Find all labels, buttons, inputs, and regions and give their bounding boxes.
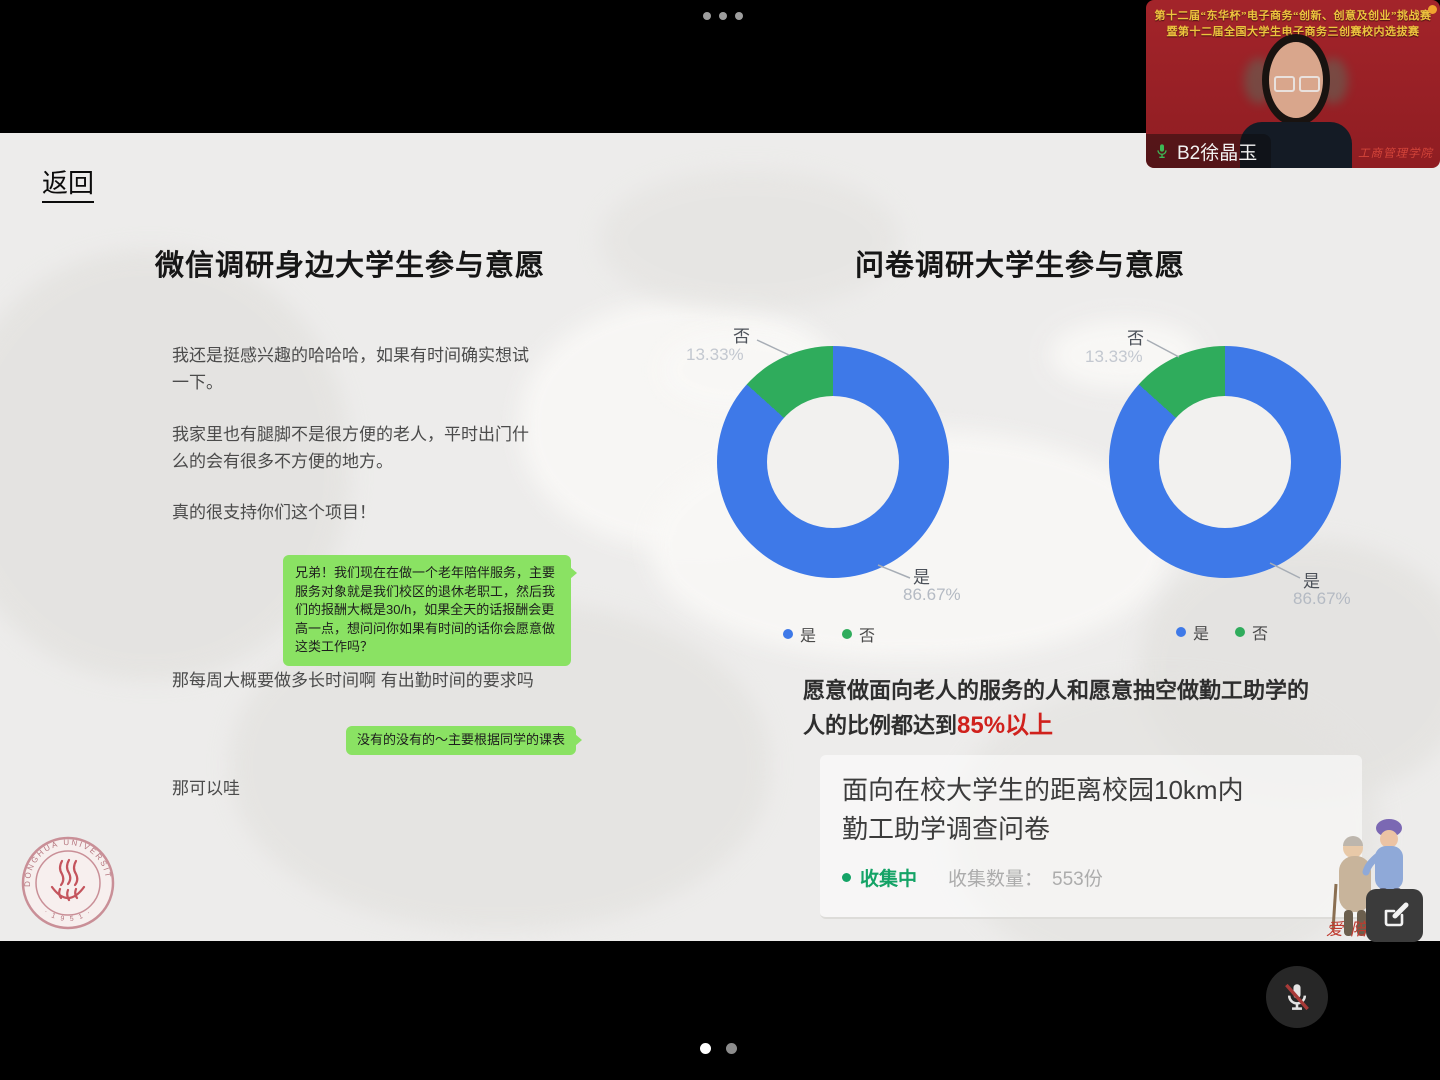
slice-percent-yes: 86.67% — [903, 585, 961, 605]
banner-line-1: 第十二届“东华杯”电子商务“创新、创意及创业”挑战赛 — [1146, 7, 1440, 23]
legend-dot-no — [1235, 627, 1245, 637]
chat-bubble-sent: 兄弟！我们现在在做一个老年陪伴服务，主要服务对象就是我们校区的退休老职工，然后我… — [283, 555, 571, 666]
mic-on-icon — [1154, 143, 1170, 159]
map-blob — [600, 170, 900, 310]
survey-title-line2: 勤工助学调查问卷 — [842, 814, 1050, 844]
survey-title-line1: 面向在校大学生的距离校园10km内 — [842, 775, 1244, 805]
slide-pagination — [700, 1043, 737, 1054]
donut-chart-right — [1109, 346, 1341, 578]
page-dot[interactable] — [726, 1043, 737, 1054]
donut-hole — [1159, 396, 1291, 528]
summary-highlight: 85%以上 — [957, 712, 1053, 739]
collecting-status: 收集中 — [860, 864, 917, 891]
chart-legend: 是 否 — [783, 622, 875, 646]
legend-label-yes: 是 — [800, 622, 816, 646]
summary-text: 愿意做面向老人的服务的人和愿意抽空做勤工助学的人的比例都达到85%以上 — [803, 673, 1317, 743]
university-logo: DONGHUA UNIVERSITY · 1 9 5 1 · — [20, 835, 116, 931]
participant-name-badge: B2徐晶玉 — [1146, 134, 1271, 168]
slice-label-no: 否 — [733, 322, 750, 347]
edit-pencil-icon — [1380, 901, 1410, 931]
meeting-screen: 返回 微信调研身边大学生参与意愿 问卷调研大学生参与意愿 我还是挺感兴趣的哈哈哈… — [0, 0, 1440, 1080]
survey-status-row: 收集中 收集数量： 553份 — [842, 864, 1103, 891]
chat-message: 那可以哇 — [172, 775, 538, 802]
count-label: 收集数量： — [948, 864, 1043, 891]
legend-dot-yes — [1176, 627, 1186, 637]
survey-title: 面向在校大学生的距离校园10km内 勤工助学调查问卷 — [842, 771, 1244, 849]
summary-prefix: 愿意做面向老人的服务的人和愿意抽空做勤工助学的人的比例都达到 — [803, 678, 1309, 738]
glasses-icon — [1299, 76, 1320, 92]
slice-percent-yes: 86.67% — [1293, 589, 1351, 609]
mute-microphone-button[interactable] — [1266, 966, 1328, 1028]
participant-name: B2徐晶玉 — [1177, 138, 1257, 165]
legend-label-yes: 是 — [1193, 620, 1209, 644]
chat-message: 真的很支持你们这个项目！ — [172, 499, 538, 526]
recording-dot-icon — [1428, 5, 1437, 14]
more-options-handle[interactable] — [703, 12, 743, 20]
donut-hole — [767, 396, 899, 528]
legend-label-no: 否 — [1252, 620, 1268, 644]
survey-card: 面向在校大学生的距离校园10km内 勤工助学调查问卷 收集中 收集数量： 553… — [820, 755, 1362, 919]
glasses-icon — [1274, 76, 1295, 92]
annotate-button[interactable] — [1366, 889, 1423, 942]
slice-percent-no: 13.33% — [1085, 347, 1143, 367]
school-watermark: 工商管理学院 — [1358, 145, 1433, 161]
legend-dot-no — [842, 629, 852, 639]
chat-bubble-sent: 没有的没有的～主要根据同学的课表 — [346, 726, 576, 755]
page-dot-active[interactable] — [700, 1043, 711, 1054]
chat-message: 我还是挺感兴趣的哈哈哈，如果有时间确实想试一下。 — [172, 342, 538, 396]
chat-message: 我家里也有腿脚不是很方便的老人，平时出门什么的会有很多不方便的地方。 — [172, 421, 538, 475]
legend-dot-yes — [783, 629, 793, 639]
legend-label-no: 否 — [859, 622, 875, 646]
chart-legend: 是 否 — [1176, 620, 1268, 644]
right-section-title: 问卷调研大学生参与意愿 — [855, 242, 1185, 284]
mic-muted-icon — [1280, 980, 1314, 1014]
chat-message: 那每周大概要做多长时间啊 有出勤时间的要求吗 — [172, 667, 538, 694]
slice-label-no: 否 — [1127, 324, 1144, 349]
count-value: 553份 — [1052, 864, 1103, 891]
back-link[interactable]: 返回 — [42, 163, 94, 203]
donut-chart-left — [717, 346, 949, 578]
left-section-title: 微信调研身边大学生参与意愿 — [155, 242, 545, 284]
participant-video-thumbnail[interactable]: 第十二届“东华杯”电子商务“创新、创意及创业”挑战赛 暨第十二届全国大学生电子商… — [1146, 0, 1440, 168]
collecting-dot-icon — [842, 873, 851, 882]
slice-percent-no: 13.33% — [686, 345, 744, 365]
